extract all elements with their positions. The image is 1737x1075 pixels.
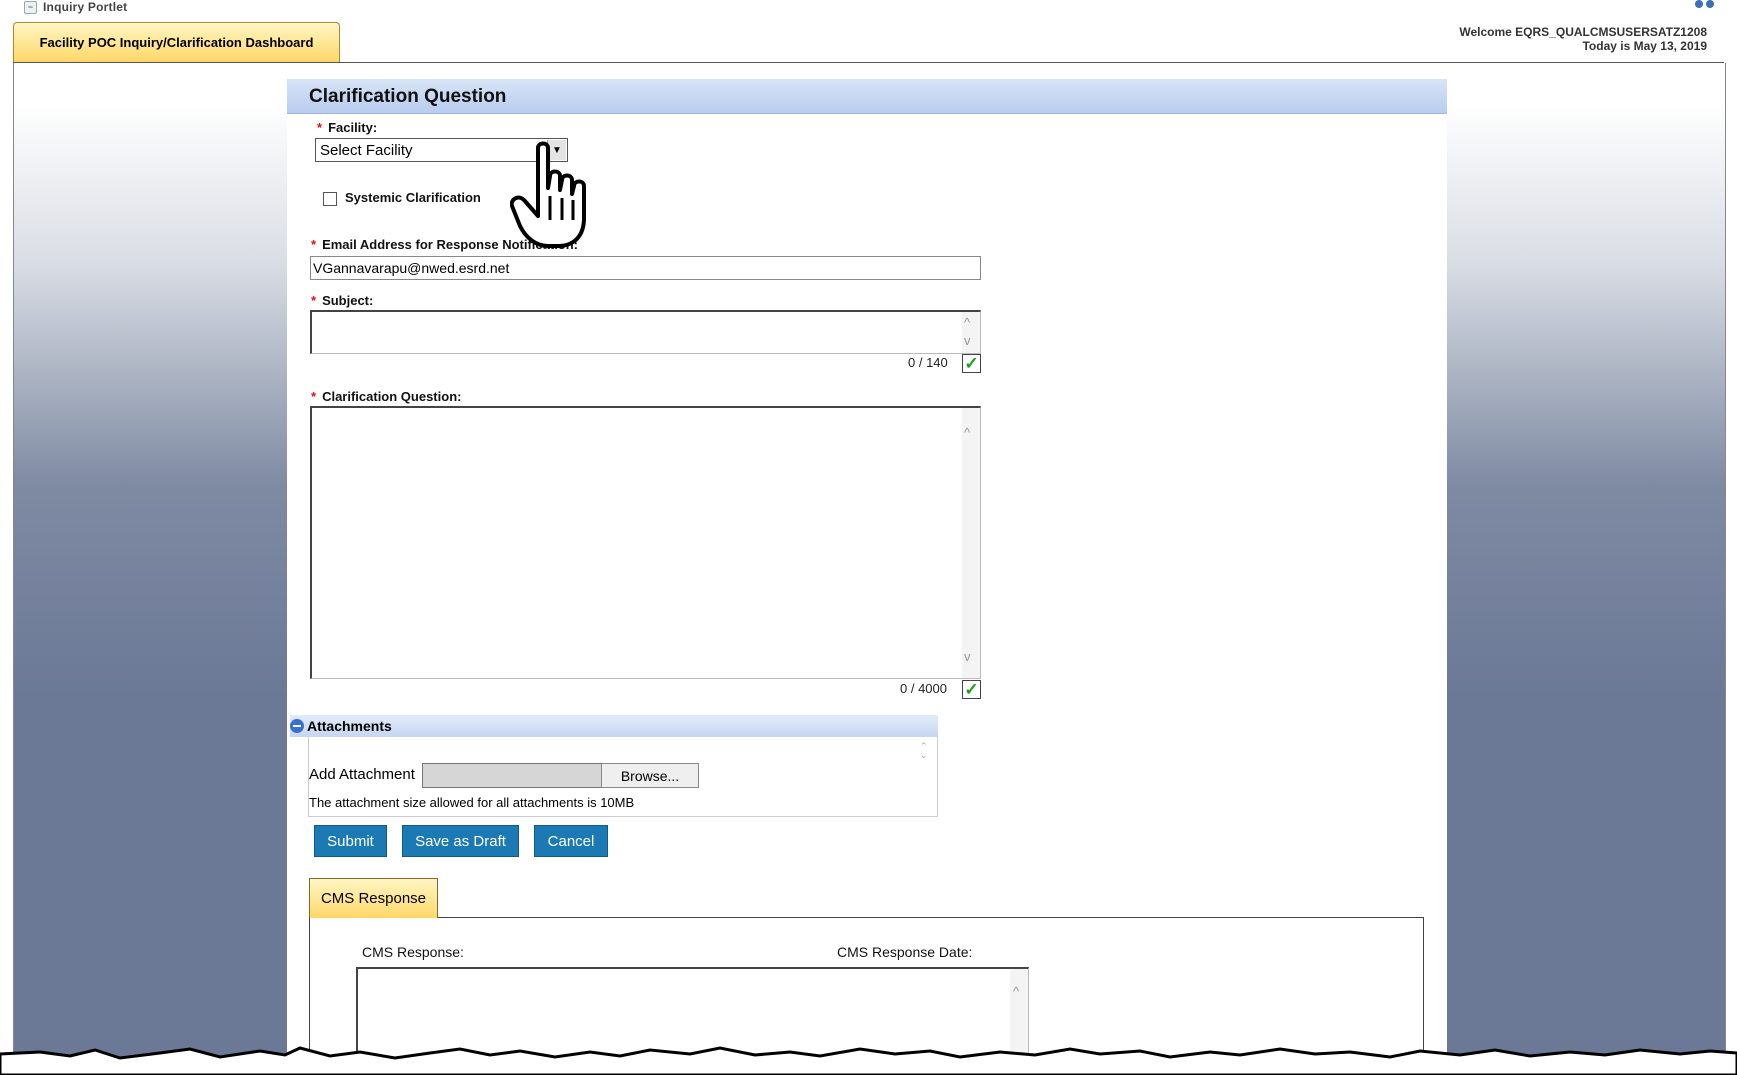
required-marker: * [311,389,317,404]
attachments-header[interactable]: Attachments [290,715,938,737]
attachments-spinner-icon[interactable]: ⌃ ⌄ [920,742,928,760]
scroll-up-icon[interactable]: ^ [1013,985,1019,998]
question-scrollbar[interactable]: ^ v [962,408,980,678]
scroll-down-icon[interactable]: v [964,334,971,347]
tab-label: Facility POC Inquiry/Clarification Dashb… [39,35,314,50]
required-marker: * [317,120,323,135]
subject-char-counter: 0 / 140 [908,355,948,370]
question-label-text: Clarification Question: [322,389,462,404]
tab-cms-response[interactable]: CMS Response [309,878,438,918]
email-field[interactable]: VGannavarapu@nwed.esrd.net [310,256,981,280]
systemic-clarification-label: Systemic Clarification [345,190,481,205]
cms-response-date-label: CMS Response Date: [837,944,973,960]
minus-circle-icon[interactable] [290,719,304,733]
subject-textarea[interactable]: ^ v [310,310,981,354]
check-mark-icon: ✓ [962,354,981,373]
welcome-block: Welcome EQRS_QUALCMSUSERSATZ1208 Today i… [1459,25,1707,53]
portlet-title-text: Inquiry Portlet [43,0,128,14]
tab-facility-poc-dashboard[interactable]: Facility POC Inquiry/Clarification Dashb… [13,22,340,62]
portlet-controls-icon[interactable] [1695,0,1717,8]
subject-scrollbar[interactable]: ^ v [962,312,980,353]
cms-response-label: CMS Response: [362,944,464,960]
hand-pointer-icon [510,141,586,248]
tab-divider [13,62,1724,63]
portlet-title: − Inquiry Portlet [24,0,127,14]
facility-select-value: Select Facility [320,141,413,159]
email-value: VGannavarapu@nwed.esrd.net [313,260,510,276]
systemic-clarification-checkbox[interactable] [323,192,337,206]
attachment-file-field[interactable] [422,763,602,788]
required-marker: * [311,293,317,308]
torn-edge [0,1046,1737,1075]
today-date: Today is May 13, 2019 [1582,39,1707,53]
portlet-toggle-icon[interactable]: − [24,0,37,14]
check-mark-icon: ✓ [962,680,981,699]
question-label: * Clarification Question: [311,389,461,404]
clarification-question-textarea[interactable]: ^ v [310,406,981,679]
add-attachment-label: Add Attachment [309,766,415,783]
subject-label: * Subject: [311,293,373,308]
section-title: Clarification Question [309,86,507,107]
welcome-text: Welcome EQRS_QUALCMSUSERSATZ1208 [1459,25,1707,39]
attachments-title: Attachments [307,718,392,734]
facility-label: * Facility: [317,120,377,135]
save-draft-button[interactable]: Save as Draft [402,825,519,857]
attachment-size-note: The attachment size allowed for all atta… [309,795,635,810]
required-marker: * [311,237,317,252]
scroll-up-icon[interactable]: ^ [964,316,970,329]
submit-button[interactable]: Submit [314,825,387,857]
scroll-up-icon[interactable]: ^ [964,426,970,439]
browse-button[interactable]: Browse... [601,763,699,788]
facility-label-text: Facility: [328,120,378,135]
scroll-down-icon[interactable]: v [964,650,971,663]
question-char-counter: 0 / 4000 [900,681,947,696]
cancel-button[interactable]: Cancel [534,825,608,857]
subject-label-text: Subject: [322,293,374,308]
